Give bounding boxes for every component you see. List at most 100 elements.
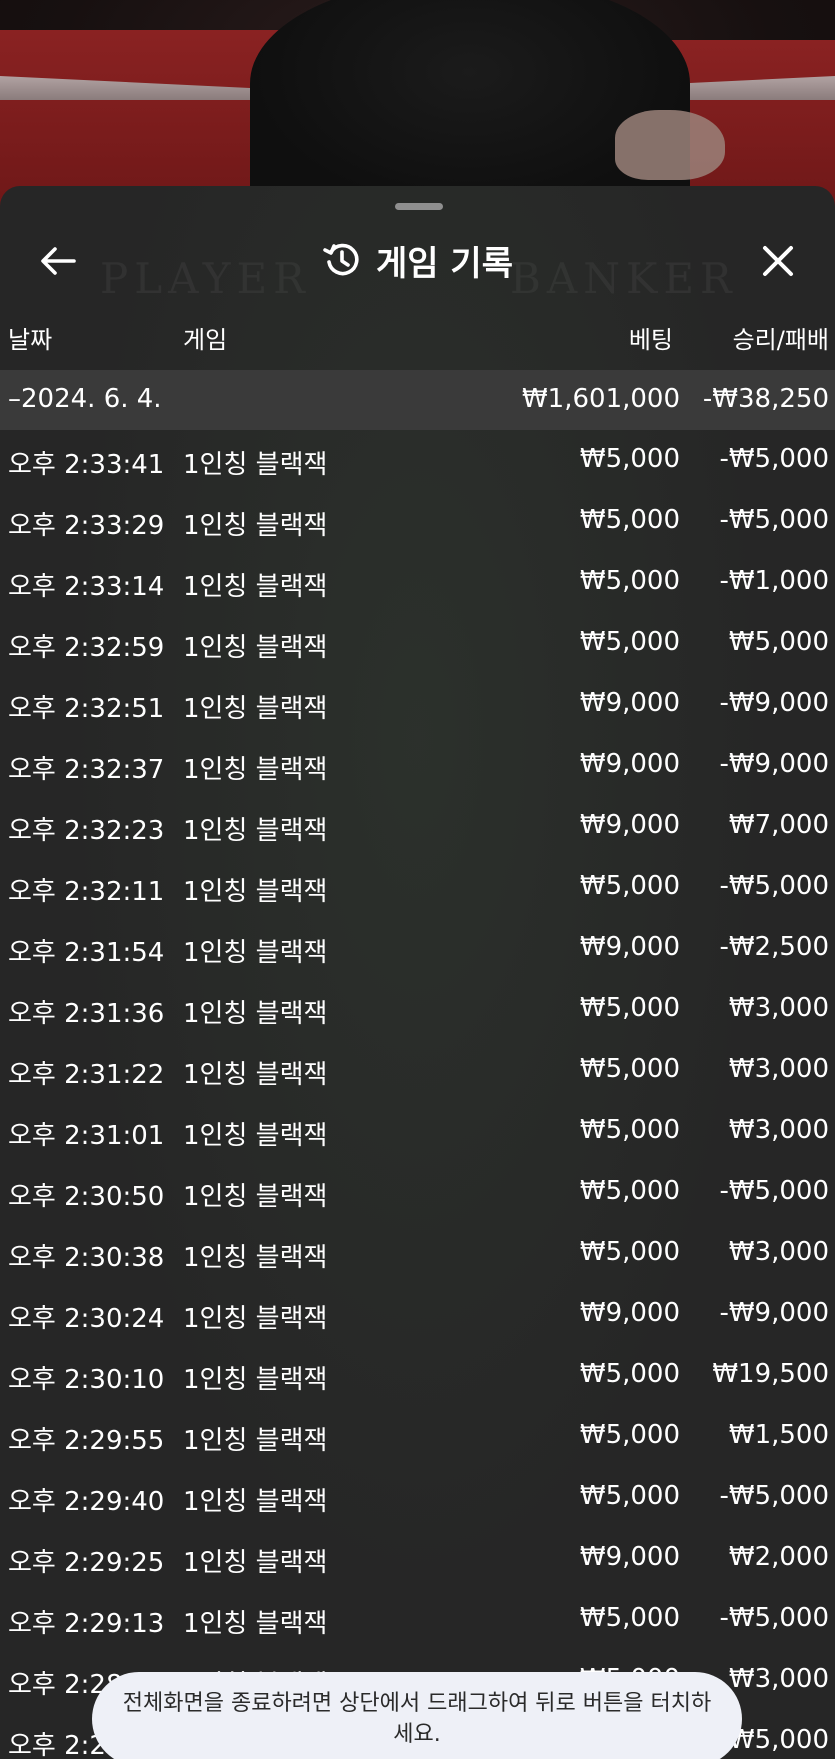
row-bet: ₩5,000 [579,1603,680,1633]
back-button[interactable] [30,236,86,286]
row-time: 오후 2:30:10 [8,1365,165,1395]
history-row[interactable]: 오후 2:30:38 1인칭 블랙잭 ₩5,000 ₩3,000 [0,1223,835,1284]
dealer-figure [250,0,690,210]
row-game: 1인칭 블랙잭 [183,572,328,602]
row-result: -₩1,000 [719,566,829,596]
row-bet: ₩5,000 [579,1237,680,1267]
row-time: 오후 2:33:41 [8,450,165,480]
row-time: 오후 2:29:13 [8,1609,165,1639]
column-header-result: 승리/패배 [732,326,829,354]
column-headers: 날짜 게임 베팅 승리/패배 [0,314,835,358]
row-result: ₩2,000 [728,1542,829,1572]
row-time: 오후 2:30:50 [8,1182,165,1212]
row-game: 1인칭 블랙잭 [183,938,328,968]
row-bet: ₩5,000 [579,1054,680,1084]
row-result: ₩19,500 [712,1359,829,1389]
game-history-sheet: PLAYER BANKER 게임 기록 날짜 게임 베팅 승리/패배 –2024… [0,186,835,1759]
row-game: 1인칭 블랙잭 [183,450,328,480]
page-title: 게임 기록 [376,243,513,284]
row-bet: ₩5,000 [579,1481,680,1511]
history-row[interactable]: 오후 2:33:29 1인칭 블랙잭 ₩5,000 -₩5,000 [0,491,835,552]
column-header-date: 날짜 [8,326,53,354]
row-game: 1인칭 블랙잭 [183,1487,328,1517]
row-bet: ₩5,000 [579,1176,680,1206]
history-row[interactable]: 오후 2:29:40 1인칭 블랙잭 ₩5,000 -₩5,000 [0,1467,835,1528]
row-result: -₩9,000 [719,688,829,718]
row-result: -₩5,000 [719,444,829,474]
column-header-bet: 베팅 [628,326,673,354]
row-result: ₩5,000 [728,1725,829,1755]
row-game: 1인칭 블랙잭 [183,816,328,846]
row-bet: ₩5,000 [579,444,680,474]
row-game: 1인칭 블랙잭 [183,1060,328,1090]
history-list: 오후 2:33:41 1인칭 블랙잭 ₩5,000 -₩5,000 오후 2:33:29… [0,430,835,1759]
row-result: -₩5,000 [719,1603,829,1633]
row-bet: ₩5,000 [579,1115,680,1145]
sheet-title: 게임 기록 [0,220,835,300]
row-result: ₩3,000 [728,993,829,1023]
row-result: ₩7,000 [728,810,829,840]
row-time: 오후 2:33:29 [8,511,165,541]
row-result: -₩5,000 [719,871,829,901]
row-game: 1인칭 블랙잭 [183,694,328,724]
history-row[interactable]: 오후 2:32:59 1인칭 블랙잭 ₩5,000 ₩5,000 [0,613,835,674]
history-row[interactable]: 오후 2:31:22 1인칭 블랙잭 ₩5,000 ₩3,000 [0,1040,835,1101]
row-time: 오후 2:31:36 [8,999,165,1029]
history-row[interactable]: 오후 2:32:11 1인칭 블랙잭 ₩5,000 -₩5,000 [0,857,835,918]
history-row[interactable]: 오후 2:31:36 1인칭 블랙잭 ₩5,000 ₩3,000 [0,979,835,1040]
row-result: ₩3,000 [728,1115,829,1145]
row-result: -₩5,000 [719,1481,829,1511]
row-time: 오후 2:30:24 [8,1304,165,1334]
history-row[interactable]: 오후 2:32:37 1인칭 블랙잭 ₩9,000 -₩9,000 [0,735,835,796]
row-game: 1인칭 블랙잭 [183,877,328,907]
row-result: -₩5,000 [719,1176,829,1206]
drag-handle[interactable] [395,203,443,210]
date-group-total-result: -₩38,250 [702,384,829,414]
row-time: 오후 2:33:14 [8,572,165,602]
row-game: 1인칭 블랙잭 [183,1609,328,1639]
toast-message: 전체화면을 종료하려면 상단에서 드래그하여 뒤로 버튼을 터치하세요. [122,1691,712,1747]
row-result: ₩5,000 [728,627,829,657]
row-bet: ₩5,000 [579,1359,680,1389]
row-result: ₩3,000 [728,1664,829,1694]
row-time: 오후 2:29:25 [8,1548,165,1578]
row-time: 오후 2:32:59 [8,633,165,663]
history-row[interactable]: 오후 2:29:55 1인칭 블랙잭 ₩5,000 ₩1,500 [0,1406,835,1467]
date-group-label: –2024. 6. 4. [8,384,162,414]
history-row[interactable]: 오후 2:29:25 1인칭 블랙잭 ₩9,000 ₩2,000 [0,1528,835,1589]
history-row[interactable]: 오후 2:33:14 1인칭 블랙잭 ₩5,000 -₩1,000 [0,552,835,613]
row-result: ₩1,500 [728,1420,829,1450]
history-row[interactable]: 오후 2:30:24 1인칭 블랙잭 ₩9,000 -₩9,000 [0,1284,835,1345]
history-row[interactable]: 오후 2:32:51 1인칭 블랙잭 ₩9,000 -₩9,000 [0,674,835,735]
date-group-row[interactable]: –2024. 6. 4. ₩1,601,000 -₩38,250 [0,370,835,430]
row-bet: ₩5,000 [579,1420,680,1450]
history-row[interactable]: 오후 2:30:10 1인칭 블랙잭 ₩5,000 ₩19,500 [0,1345,835,1406]
row-time: 오후 2:32:23 [8,816,165,846]
history-row[interactable]: 오후 2:31:54 1인칭 블랙잭 ₩9,000 -₩2,500 [0,918,835,979]
row-time: 오후 2:29:40 [8,1487,165,1517]
history-row[interactable]: 오후 2:31:01 1인칭 블랙잭 ₩5,000 ₩3,000 [0,1101,835,1162]
row-game: 1인칭 블랙잭 [183,1304,328,1334]
history-row[interactable]: 오후 2:33:41 1인칭 블랙잭 ₩5,000 -₩5,000 [0,430,835,491]
history-row[interactable]: 오후 2:29:13 1인칭 블랙잭 ₩5,000 -₩5,000 [0,1589,835,1650]
row-bet: ₩9,000 [579,688,680,718]
arrow-left-icon [41,247,76,275]
row-game: 1인칭 블랙잭 [183,1426,328,1456]
history-icon [323,243,359,276]
row-bet: ₩5,000 [579,505,680,535]
row-bet: ₩9,000 [579,1542,680,1572]
close-icon [763,246,793,276]
row-time: 오후 2:31:54 [8,938,165,968]
row-game: 1인칭 블랙잭 [183,999,328,1029]
row-game: 1인칭 블랙잭 [183,1243,328,1273]
close-button[interactable] [750,236,806,286]
fullscreen-exit-toast: 전체화면을 종료하려면 상단에서 드래그하여 뒤로 버튼을 터치하세요. [92,1672,742,1759]
history-row[interactable]: 오후 2:30:50 1인칭 블랙잭 ₩5,000 -₩5,000 [0,1162,835,1223]
row-result: -₩5,000 [719,505,829,535]
history-row[interactable]: 오후 2:32:23 1인칭 블랙잭 ₩9,000 ₩7,000 [0,796,835,857]
row-time: 오후 2:32:51 [8,694,165,724]
row-time: 오후 2:32:11 [8,877,165,907]
row-time: 오후 2:31:01 [8,1121,165,1151]
live-video-background [0,0,835,220]
row-bet: ₩9,000 [579,810,680,840]
